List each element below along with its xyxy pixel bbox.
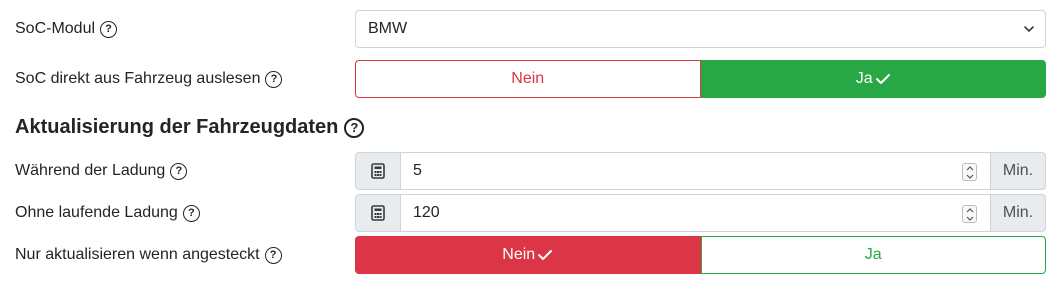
during-charge-unit: Min. <box>990 152 1046 190</box>
without-charge-unit: Min. <box>990 194 1046 232</box>
question-circle-icon[interactable]: ? <box>100 20 118 38</box>
spin-up-icon[interactable] <box>966 207 974 213</box>
check-icon <box>538 250 553 260</box>
update-when-plugged-no-button[interactable]: Nein <box>355 236 701 274</box>
question-circle-icon[interactable]: ? <box>264 246 282 264</box>
read-soc-direct-label-text: SoC direkt aus Fahrzeug auslesen <box>15 70 261 87</box>
without-charge-value: 120 <box>413 204 440 221</box>
without-charge-input[interactable]: 120 <box>401 194 990 232</box>
question-circle-icon[interactable]: ? <box>182 204 200 222</box>
without-charge-label: Ohne laufende Ladung ? <box>15 204 200 222</box>
update-when-plugged-yes-button[interactable]: Ja <box>700 236 1046 274</box>
question-circle-icon[interactable]: ? <box>265 70 283 88</box>
update-when-plugged-yes-label: Ja <box>864 246 882 263</box>
read-soc-direct-no-button[interactable]: Nein <box>355 60 701 98</box>
check-icon <box>875 74 890 84</box>
without-charge-label-text: Ohne laufende Ladung <box>15 204 178 221</box>
spin-up-icon[interactable] <box>966 165 974 171</box>
update-section-title: Aktualisierung der Fahrzeugdaten <box>15 116 339 138</box>
soc-module-selected-value: BMW <box>368 20 408 37</box>
read-soc-direct-no-label: Nein <box>511 70 545 87</box>
soc-module-select[interactable]: BMW <box>355 10 1046 48</box>
chevron-down-icon <box>1024 26 1034 32</box>
during-charge-label-text: Während der Ladung <box>15 162 166 179</box>
update-section-heading: Aktualisierung der Fahrzeugdaten ? <box>15 116 365 139</box>
during-charge-input-group: 5 Min. <box>355 152 1046 190</box>
soc-module-label-text: SoC-Modul <box>15 20 96 37</box>
update-when-plugged-label: Nur aktualisieren wenn angesteckt ? <box>15 246 282 264</box>
calculator-icon <box>355 194 401 232</box>
calculator-icon <box>355 152 401 190</box>
spin-down-icon[interactable] <box>966 216 974 221</box>
read-soc-direct-yes-button[interactable]: Ja <box>700 60 1046 98</box>
during-charge-input[interactable]: 5 <box>401 152 990 190</box>
update-when-plugged-label-text: Nur aktualisieren wenn angesteckt <box>15 246 260 263</box>
read-soc-direct-yes-label: Ja <box>855 70 873 87</box>
number-spinner[interactable] <box>962 205 977 223</box>
update-when-plugged-toggle: Nein Ja <box>355 236 1046 274</box>
read-soc-direct-toggle: Nein Ja <box>355 60 1046 98</box>
update-when-plugged-no-label: Nein <box>502 246 536 263</box>
question-circle-icon[interactable]: ? <box>170 162 188 180</box>
question-circle-icon[interactable]: ? <box>344 117 365 138</box>
spin-down-icon[interactable] <box>966 174 974 179</box>
number-spinner[interactable] <box>962 163 977 181</box>
soc-module-label: SoC-Modul ? <box>15 20 118 38</box>
during-charge-value: 5 <box>413 162 422 179</box>
read-soc-direct-label: SoC direkt aus Fahrzeug auslesen ? <box>15 70 283 88</box>
without-charge-input-group: 120 Min. <box>355 194 1046 232</box>
during-charge-label: Während der Ladung ? <box>15 162 188 180</box>
